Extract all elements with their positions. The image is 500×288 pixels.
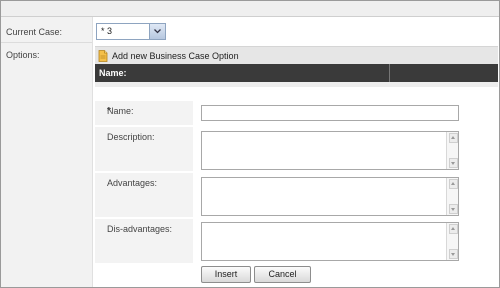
grid-column-name: Name: — [99, 68, 127, 78]
scroll-up-icon[interactable] — [449, 133, 458, 143]
options-grid-header: Name: — [95, 64, 498, 82]
name-input[interactable] — [201, 105, 459, 121]
scroll-down-icon[interactable] — [449, 204, 458, 214]
advantages-label: Advantages: — [107, 178, 158, 188]
description-label-cell: Description: — [95, 127, 193, 171]
top-bar — [1, 1, 499, 17]
advantages-textarea[interactable] — [201, 177, 459, 216]
disadvantages-textarea[interactable] — [201, 222, 459, 261]
advantages-scrollbar[interactable] — [446, 178, 458, 215]
chevron-down-icon[interactable] — [149, 24, 165, 39]
current-case-select[interactable]: * 3 — [96, 23, 166, 40]
name-label: Name: — [107, 106, 134, 116]
document-add-icon — [98, 50, 108, 64]
cancel-button[interactable]: Cancel — [254, 266, 311, 283]
name-label-cell: * Name: — [95, 101, 193, 125]
scroll-down-icon[interactable] — [449, 249, 458, 259]
disadvantages-scrollbar[interactable] — [446, 223, 458, 260]
advantages-label-cell: Advantages: — [95, 173, 193, 217]
add-option-link[interactable]: Add new Business Case Option — [112, 51, 239, 61]
current-case-label: Current Case: — [6, 27, 63, 37]
description-label: Description: — [107, 132, 155, 142]
description-textarea[interactable] — [201, 131, 459, 170]
description-scrollbar[interactable] — [446, 132, 458, 169]
scroll-up-icon[interactable] — [449, 224, 458, 234]
options-label: Options: — [6, 50, 40, 60]
insert-button[interactable]: Insert — [201, 266, 251, 283]
scroll-up-icon[interactable] — [449, 179, 458, 189]
grid-column-divider — [389, 64, 390, 82]
scroll-down-icon[interactable] — [449, 158, 458, 168]
options-grid-empty-row — [95, 82, 498, 87]
disadvantages-label: Dis-advantages: — [107, 224, 173, 234]
current-case-value: * 3 — [101, 26, 113, 36]
add-option-bar[interactable]: Add new Business Case Option — [95, 46, 498, 64]
disadvantages-label-cell: Dis-advantages: — [95, 219, 193, 263]
row-separator — [1, 42, 92, 43]
